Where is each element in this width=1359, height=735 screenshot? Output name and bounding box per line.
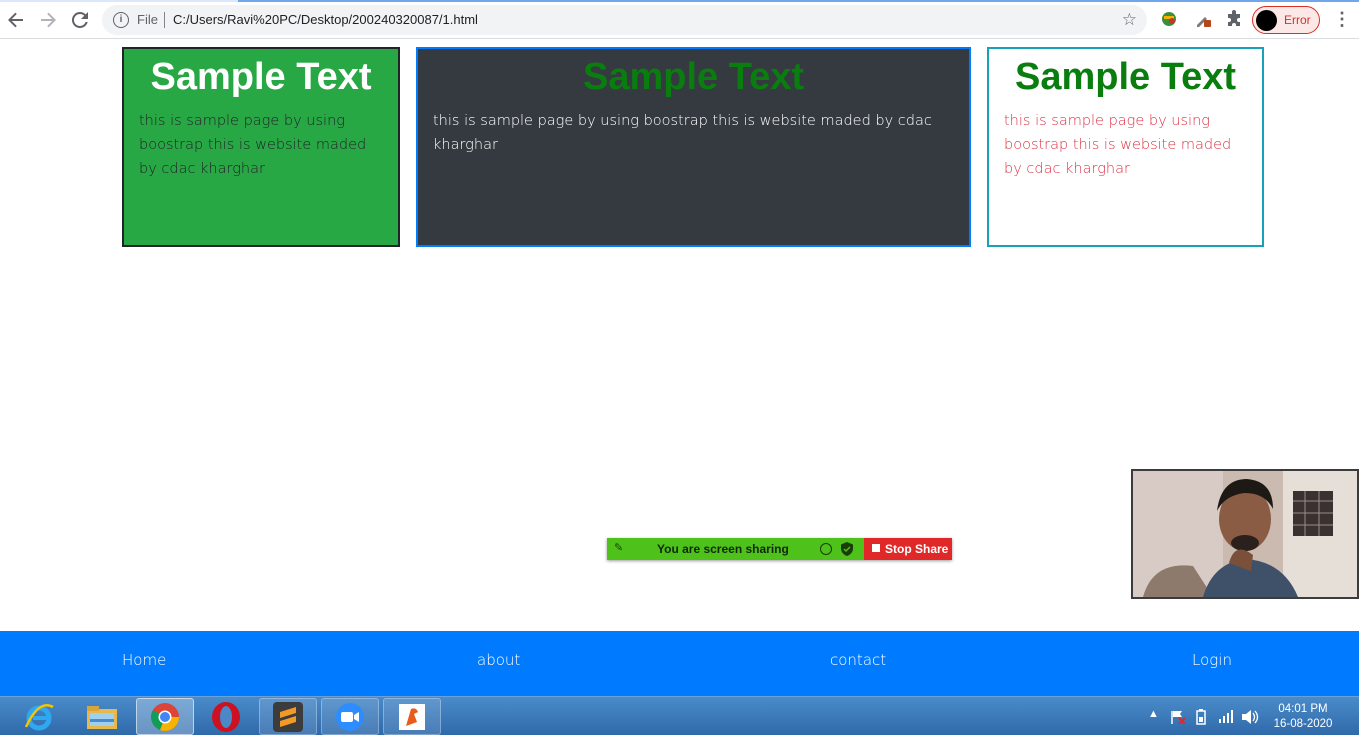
stop-share-label: Stop Share (885, 542, 949, 556)
opera-icon[interactable] (197, 698, 255, 735)
scheme-label: File (137, 12, 158, 27)
screen-share-status[interactable]: ✎ You are screen sharing (607, 538, 864, 560)
pin-icon[interactable]: ✎ (614, 541, 623, 554)
file-explorer-icon[interactable] (73, 698, 131, 735)
nav-link-home[interactable]: Home (122, 651, 166, 669)
stop-share-button[interactable]: Stop Share (864, 538, 952, 560)
shield-icon (841, 542, 853, 556)
nav-link-about[interactable]: about (477, 651, 520, 669)
reload-icon[interactable] (69, 9, 91, 31)
page-load-progress (0, 0, 1359, 2)
card-body: this is sample page by using boostrap th… (139, 113, 367, 177)
sublime-text-icon[interactable] (259, 698, 317, 735)
action-center-flag-icon[interactable] (1170, 710, 1186, 724)
footer-navbar: Home about contact Login (0, 631, 1359, 696)
avatar (1256, 10, 1277, 31)
extension-dropper-icon[interactable] (1194, 10, 1212, 28)
internet-explorer-icon[interactable] (10, 698, 68, 735)
battery-icon[interactable] (1194, 709, 1208, 725)
screen-share-bar[interactable]: ✎ You are screen sharing Stop Share (607, 538, 952, 560)
sample-card-green: Sample Text this is sample page by using… (122, 47, 400, 247)
card-body: this is sample page by using boostrap th… (433, 113, 932, 153)
profile-error-label: Error (1284, 13, 1311, 27)
sample-card-white: Sample Text this is sample page by using… (987, 47, 1264, 247)
taskbar-clock[interactable]: 04:01 PM 16-08-2020 (1268, 702, 1338, 732)
card-title: Sample Text (582, 56, 805, 98)
clock-date: 16-08-2020 (1273, 718, 1333, 730)
extension-globe-icon[interactable] (1160, 10, 1178, 28)
volume-icon[interactable] (1241, 709, 1259, 725)
chrome-icon[interactable] (136, 698, 194, 735)
webcam-person-image (1133, 471, 1357, 597)
browser-toolbar: i File C:/Users/Ravi%20PC/Desktop/200240… (0, 0, 1359, 39)
foxit-reader-icon[interactable] (383, 698, 441, 735)
clock-time: 04:01 PM (1278, 703, 1328, 715)
webcam-video-thumbnail[interactable] (1131, 469, 1359, 599)
profile-error-button[interactable]: Error (1252, 6, 1320, 34)
card-title: Sample Text (150, 56, 372, 98)
info-icon[interactable]: i (113, 12, 129, 28)
card-title: Sample Text (1014, 56, 1237, 98)
zoom-icon[interactable] (321, 698, 379, 735)
sample-card-dark: Sample Text this is sample page by using… (416, 47, 971, 247)
stop-icon (872, 544, 880, 552)
nav-link-contact[interactable]: contact (830, 651, 886, 669)
status-circle-icon (820, 543, 832, 555)
nav-link-login[interactable]: Login (1192, 651, 1232, 669)
back-icon[interactable] (5, 9, 27, 31)
screen-share-message: You are screen sharing (657, 542, 789, 556)
kebab-menu-icon[interactable]: ⋮ (1333, 8, 1351, 30)
show-hidden-icons-icon[interactable]: ▲ (1148, 708, 1159, 720)
bookmark-star-icon[interactable]: ☆ (1122, 10, 1137, 30)
omnibox-divider (164, 12, 165, 28)
network-signal-icon[interactable] (1218, 709, 1234, 723)
windows-taskbar: ▲ 04:01 PM 16-08-2020 (0, 696, 1359, 735)
address-bar[interactable]: i File C:/Users/Ravi%20PC/Desktop/200240… (102, 5, 1147, 35)
url-text[interactable]: C:/Users/Ravi%20PC/Desktop/200240320087/… (173, 12, 478, 27)
card-body: this is sample page by using boostrap th… (1004, 113, 1232, 177)
forward-icon[interactable] (37, 9, 59, 31)
extensions-puzzle-icon[interactable] (1225, 10, 1243, 28)
